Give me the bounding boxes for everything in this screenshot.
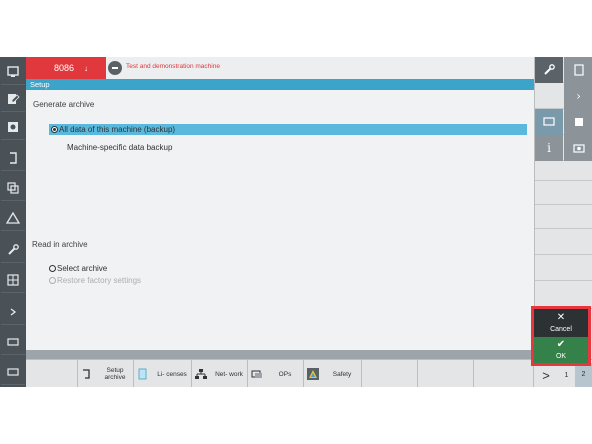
info-icon[interactable]: i <box>535 135 563 161</box>
option-label: Restore factory settings <box>57 276 142 285</box>
softkey-empty[interactable] <box>26 360 78 387</box>
window-icon[interactable] <box>1 359 25 385</box>
warning-icon[interactable] <box>1 205 25 231</box>
bracket-icon[interactable] <box>1 145 25 171</box>
softkey-network[interactable]: Net- work <box>192 360 248 387</box>
softkey-tool-row-2: › <box>535 83 592 109</box>
softkey-label: OPs <box>278 370 292 378</box>
softkey-safety[interactable]: Safety <box>304 360 362 387</box>
checkmark-icon: ✔ <box>556 339 566 350</box>
softkey-label: Net- work <box>215 370 243 378</box>
cancel-button[interactable]: ✕ Cancel <box>534 309 588 337</box>
option-select-archive[interactable]: Select archive <box>49 263 107 274</box>
monitor-icon[interactable] <box>535 109 563 135</box>
radio-icon[interactable] <box>49 265 56 272</box>
close-icon: ✕ <box>556 312 566 323</box>
page-1-button[interactable]: 1 <box>558 372 575 379</box>
softkey-label: Safety <box>332 370 352 378</box>
network-icon <box>195 369 207 379</box>
softkey-label: Setup archive <box>104 367 126 381</box>
radio-selected-icon[interactable] <box>51 126 58 133</box>
read-archive-label: Read in archive <box>32 240 88 249</box>
hmi-screen: 8086 ↓ Test and demonstration machine Se… <box>0 57 592 387</box>
page-title: Setup <box>26 79 534 90</box>
setup-content: Generate archive All data of this machin… <box>26 90 534 350</box>
softkey-vertical-4[interactable] <box>535 229 592 255</box>
ok-label: OK <box>555 353 567 360</box>
camera-icon[interactable] <box>564 135 592 161</box>
option-backup-all[interactable]: All data of this machine (backup) <box>49 124 527 135</box>
left-toolbar <box>0 57 26 387</box>
softkey-vertical-3[interactable] <box>535 205 592 229</box>
option-machine-specific[interactable]: Machine-specific data backup <box>67 142 172 153</box>
option-label: All data of this machine (backup) <box>59 125 176 134</box>
radio-icon <box>49 277 56 284</box>
softkey-vertical-6[interactable] <box>535 281 592 309</box>
arrow-down-icon: ↓ <box>84 63 89 73</box>
softkey-licenses[interactable]: Li- censes <box>134 360 192 387</box>
softkey-empty[interactable] <box>362 360 418 387</box>
license-icon <box>138 368 147 380</box>
expand-icon[interactable]: › <box>564 83 592 109</box>
softkey-setup-archive[interactable]: Setup archive <box>78 360 134 387</box>
document-icon[interactable] <box>564 57 592 83</box>
grid-icon[interactable] <box>1 267 25 293</box>
softkey-label: Li- censes <box>157 370 187 378</box>
wrench-icon[interactable] <box>535 57 563 83</box>
horizontal-softkeys: Setup archive Li- censes Net- work OPs S… <box>26 359 592 387</box>
next-page-button[interactable]: > <box>534 368 558 383</box>
cancel-label: Cancel <box>550 326 572 333</box>
softkey-tool-row <box>535 57 592 83</box>
softkey-empty[interactable] <box>474 360 534 387</box>
header-bar: 8086 ↓ Test and demonstration machine <box>26 57 534 79</box>
stop-icon <box>108 61 122 75</box>
generate-archive-label: Generate archive <box>33 100 95 109</box>
page-2-button[interactable]: 2 <box>575 363 592 387</box>
option-restore-factory: Restore factory settings <box>49 275 141 286</box>
operator-panel-icon <box>251 370 262 378</box>
channel-number: 8086 <box>54 63 75 73</box>
window-icon[interactable] <box>1 329 25 355</box>
archive-icon <box>83 369 90 379</box>
expand-icon[interactable] <box>1 299 25 325</box>
ok-button[interactable]: ✔ OK <box>534 337 588 363</box>
option-label: Machine-specific data backup <box>67 143 173 152</box>
channel-indicator[interactable]: 8086 ↓ <box>26 57 106 79</box>
machine-icon[interactable] <box>1 59 25 85</box>
softkey-vertical-1[interactable] <box>535 161 592 181</box>
safety-icon <box>307 368 319 380</box>
status-strip <box>26 350 534 359</box>
machine-name: Test and demonstration machine <box>126 63 220 70</box>
softkey-empty[interactable] <box>418 360 474 387</box>
copy-icon[interactable] <box>1 175 25 201</box>
softkey-vertical-2[interactable] <box>535 181 592 205</box>
softkey-ops[interactable]: OPs <box>248 360 304 387</box>
softkey-display-row <box>535 109 592 135</box>
program-icon[interactable] <box>1 114 25 140</box>
softkey-info-row: i <box>535 135 592 161</box>
softkey-vertical-5[interactable] <box>535 255 592 281</box>
edit-icon[interactable] <box>1 86 25 112</box>
option-label: Select archive <box>57 264 108 273</box>
list-icon[interactable] <box>564 109 592 135</box>
page-navigation: > 1 2 <box>534 363 592 387</box>
wrench-icon[interactable] <box>1 237 25 263</box>
